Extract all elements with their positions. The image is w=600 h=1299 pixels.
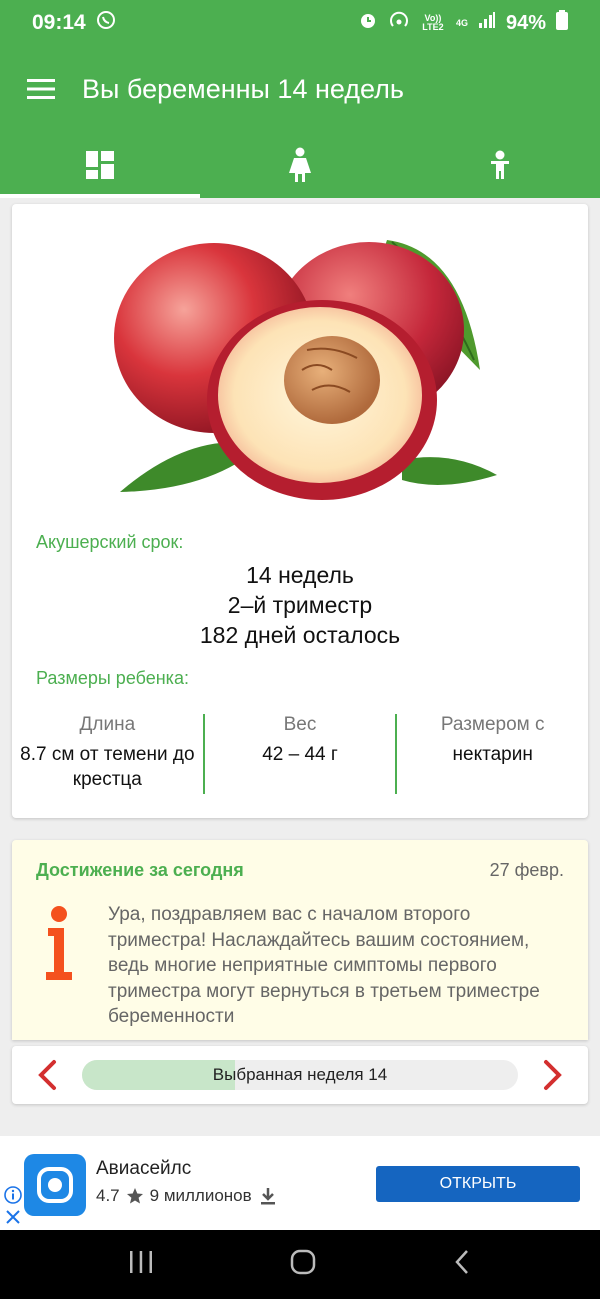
- ad-installs: 9 миллионов: [149, 1186, 252, 1205]
- aviasales-logo-icon: [37, 1167, 73, 1203]
- size-weight: Вес 42 – 44 г: [205, 714, 398, 794]
- battery-level: 94%: [505, 11, 546, 34]
- prev-week-button[interactable]: [12, 1046, 82, 1104]
- achievement-title: Достижение за сегодня: [36, 860, 244, 880]
- baby-size-label: Размеры ребенка:: [36, 668, 189, 688]
- star-icon: [126, 1188, 143, 1204]
- achievement-card[interactable]: Достижение за сегодня 27 февр. Ура, позд…: [12, 840, 588, 1040]
- tab-dashboard[interactable]: [0, 132, 200, 198]
- ad-banner[interactable]: Авиасейлс 4.7 9 миллионов ОТКРЫТЬ: [0, 1136, 600, 1230]
- size-weight-value: 42 – 44 г: [262, 744, 338, 765]
- page-title: Вы беременны 14 недель: [82, 73, 404, 104]
- size-length-label: Длина: [79, 714, 136, 735]
- recent-apps-button[interactable]: [128, 1250, 154, 1279]
- size-compare: Размером с нектарин: [397, 714, 588, 794]
- week-navigator: Выбранная неделя 14: [12, 1046, 588, 1104]
- week-progress-bar[interactable]: Выбранная неделя 14: [82, 1060, 518, 1090]
- size-compare-label: Размером с: [440, 714, 545, 735]
- home-icon: [290, 1249, 316, 1275]
- battery-icon: [556, 10, 568, 36]
- hotspot-icon: [388, 10, 410, 36]
- achievement-date: 27 февр.: [489, 860, 564, 880]
- dashboard-icon: [86, 151, 114, 179]
- download-icon: [260, 1188, 275, 1205]
- chevron-left-icon: [38, 1060, 56, 1090]
- close-icon: [6, 1210, 20, 1224]
- achievement-text: Ура, поздравляем вас с началом второго т…: [108, 904, 540, 1027]
- baby-size-table: Длина 8.7 см от темени до крестца Вес 42…: [12, 714, 588, 794]
- selected-week-label: Выбранная неделя 14: [212, 1065, 388, 1084]
- info-icon: [46, 906, 72, 980]
- woman-icon: [289, 147, 311, 182]
- ad-close-button[interactable]: [4, 1208, 22, 1231]
- hamburger-icon: [27, 79, 55, 99]
- ad-app-meta: 4.7 9 миллионов: [96, 1186, 278, 1206]
- term-weeks: 14 недель: [246, 562, 354, 588]
- tab-baby[interactable]: [400, 132, 600, 198]
- volte-indicator: Vo)) LTE2: [422, 13, 444, 32]
- recent-apps-icon: [129, 1251, 152, 1273]
- size-length: Длина 8.7 см от темени до крестца: [12, 714, 205, 794]
- ad-open-button[interactable]: ОТКРЫТЬ: [376, 1166, 580, 1202]
- back-button[interactable]: [452, 1248, 472, 1281]
- alarm-icon: [358, 10, 378, 36]
- nectarine-illustration: [114, 240, 497, 500]
- size-compare-value: нектарин: [452, 744, 533, 765]
- tab-bar: [0, 132, 600, 198]
- next-week-button[interactable]: [518, 1046, 588, 1104]
- baby-icon: [491, 150, 509, 179]
- ad-app-name: Авиасейлс: [96, 1158, 192, 1179]
- network-type: 4G: [455, 17, 468, 28]
- app-bar: Вы беременны 14 недель: [0, 46, 600, 132]
- size-weight-label: Вес: [283, 714, 317, 735]
- status-bar: 09:14 Vo)) LTE2 4G 94%: [0, 0, 600, 46]
- size-length-value: 8.7 см от темени до крестца: [20, 744, 195, 790]
- tab-mother[interactable]: [200, 132, 400, 198]
- ad-rating: 4.7: [96, 1186, 120, 1205]
- term-days-left: 182 дней осталось: [199, 622, 401, 648]
- week-info-card: Акушерский срок: 14 недель 2–й триместр …: [12, 204, 588, 818]
- ad-app-logo[interactable]: [24, 1154, 86, 1216]
- signal-icon: [478, 11, 496, 35]
- term-trimester: 2–й триместр: [227, 592, 373, 618]
- info-circle-icon: [4, 1186, 22, 1204]
- whatsapp-icon: [96, 10, 116, 36]
- status-time: 09:14: [32, 11, 86, 34]
- term-label: Акушерский срок:: [36, 532, 184, 552]
- menu-button[interactable]: [0, 46, 82, 132]
- ad-info-button[interactable]: [4, 1186, 22, 1209]
- home-button[interactable]: [289, 1248, 317, 1281]
- system-nav-bar: [0, 1230, 600, 1299]
- back-icon: [455, 1250, 469, 1274]
- chevron-right-icon: [544, 1060, 562, 1090]
